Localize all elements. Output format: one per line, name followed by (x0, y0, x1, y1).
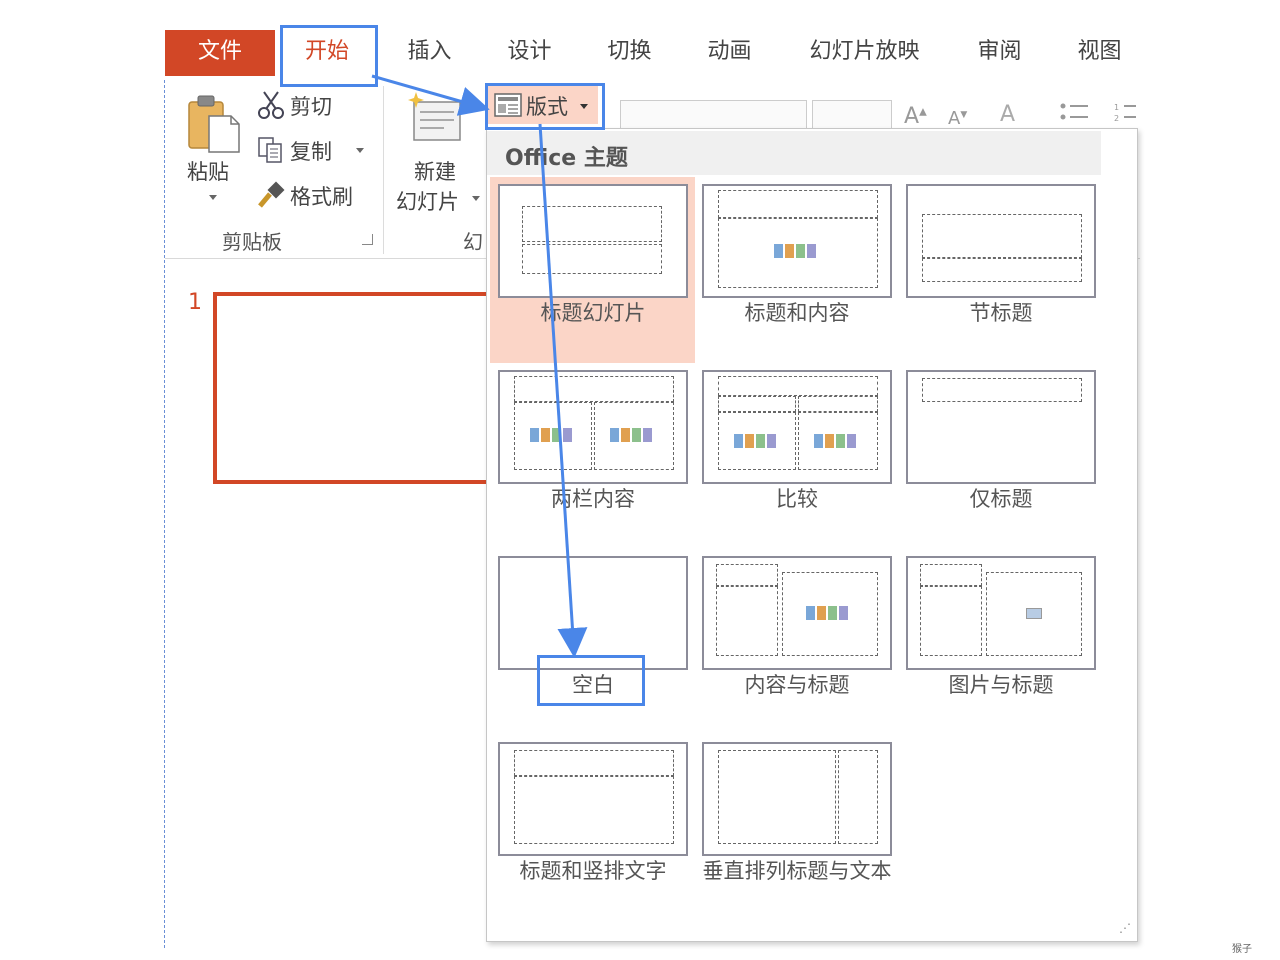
watermark: 猴子 (1232, 944, 1252, 955)
annotation-arrows (371, 74, 588, 658)
